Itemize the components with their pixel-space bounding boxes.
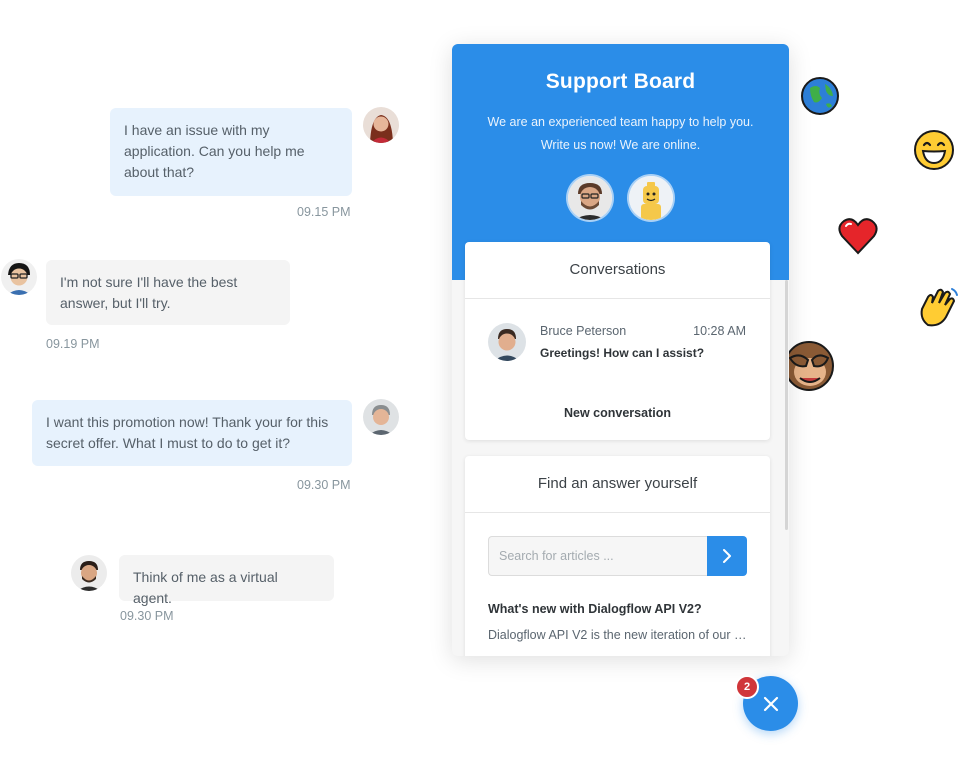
article-title-link[interactable]: What's new with Dialogflow API V2? <box>488 602 702 616</box>
article-description: Dialogflow API V2 is the new iteration o… <box>488 628 748 642</box>
conversations-heading: Conversations <box>465 242 770 299</box>
chevron-right-icon <box>723 549 731 563</box>
conversation-time: 10:28 AM <box>693 324 746 338</box>
new-conversation-button[interactable]: New conversation <box>465 406 770 420</box>
agent-avatar-bearded <box>71 555 107 591</box>
stage: I have an issue with my application. Can… <box>0 0 960 774</box>
widget-scrollbar[interactable] <box>785 280 788 530</box>
agent-avatar-2 <box>629 176 673 220</box>
chat-bubble-agent: Think of me as a virtual agent. <box>119 555 334 606</box>
articles-panel: Find an answer yourself What's new with … <box>465 456 770 656</box>
chat-bubble-agent: I'm not sure I'll have the best answer, … <box>46 260 290 325</box>
conversations-panel: Conversations Bruce Peterson 10:28 AM Gr… <box>465 242 770 440</box>
conversation-name: Bruce Peterson <box>540 324 627 338</box>
article-search <box>488 536 747 576</box>
chat-timestamp: 09.19 PM <box>46 337 100 351</box>
globe-emoji-icon <box>800 76 840 116</box>
chat-timestamp: 09.15 PM <box>297 205 351 219</box>
articles-heading: Find an answer yourself <box>465 456 770 513</box>
chat-timestamp: 09.30 PM <box>120 609 174 623</box>
conversation-item[interactable]: Bruce Peterson 10:28 AM Greetings! How c… <box>465 299 770 381</box>
grinning-emoji-icon <box>912 128 956 172</box>
chat-bubble-user: I have an issue with my application. Can… <box>110 108 352 196</box>
agent-avatar-1 <box>568 176 612 220</box>
widget-title: Support Board <box>545 70 696 93</box>
chat-bubble-user: I want this promotion now! Thank your fo… <box>32 400 352 466</box>
waving-hand-emoji-icon <box>918 285 960 329</box>
see-no-evil-monkey-emoji-icon <box>786 322 836 406</box>
user-avatar-woman <box>363 107 399 143</box>
article-search-button[interactable] <box>707 536 747 576</box>
notification-badge: 2 <box>735 675 759 699</box>
conversation-message: Greetings! How can I assist? <box>540 346 705 360</box>
chat-message-text: I'm not sure I'll have the best answer, … <box>60 274 238 311</box>
user-avatar-man <box>363 399 399 435</box>
conversation-avatar <box>488 323 526 361</box>
article-search-input[interactable] <box>488 536 708 576</box>
agent-avatars <box>452 176 789 220</box>
support-widget: Support Board We are an experienced team… <box>452 44 789 656</box>
agent-avatar-glasses <box>1 259 37 295</box>
heart-emoji-icon <box>837 216 879 256</box>
chat-message-text: I want this promotion now! Thank your fo… <box>46 414 329 451</box>
widget-description: We are an experienced team happy to help… <box>487 115 754 152</box>
chat-timestamp: 09.30 PM <box>297 478 351 492</box>
chat-message-text: I have an issue with my application. Can… <box>124 122 305 180</box>
chat-message-text: Think of me as a virtual agent. <box>133 569 278 606</box>
close-icon <box>763 696 778 711</box>
